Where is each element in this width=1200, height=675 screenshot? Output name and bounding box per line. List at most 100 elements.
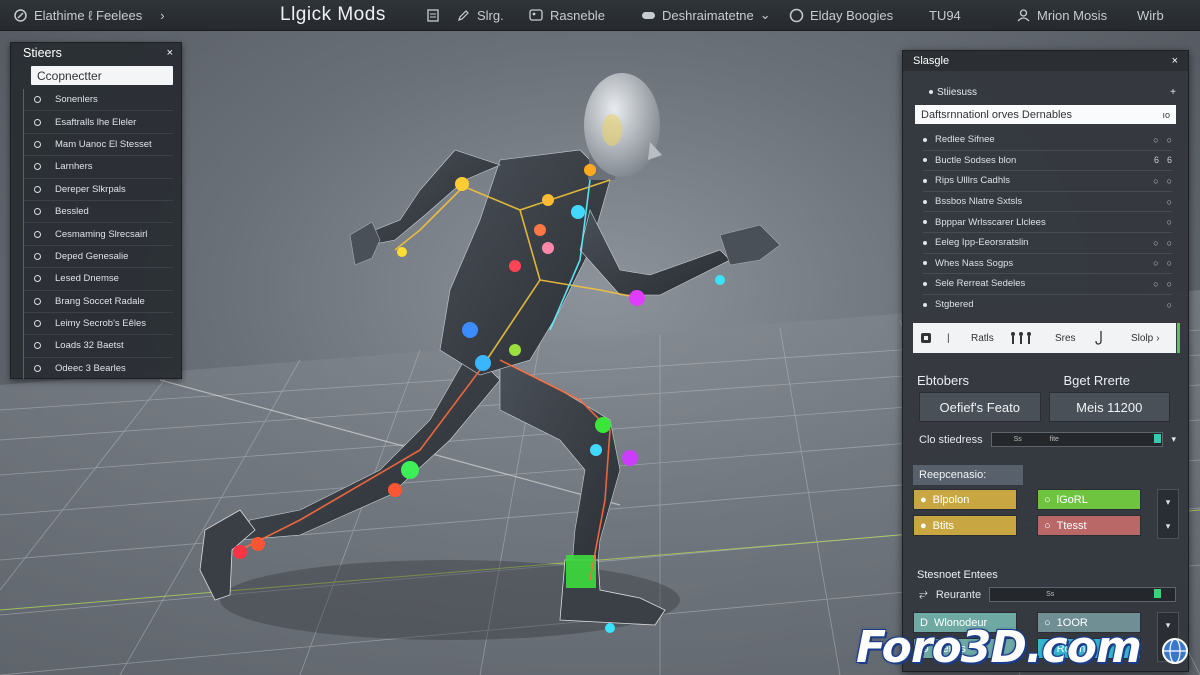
right-item-list: Redlee Sifnee ○ ○ Buctle Sodses blon 6 6 Rip… — [923, 130, 1172, 314]
figures-icon[interactable] — [1009, 323, 1033, 353]
lock-toggle[interactable]: ○ — [1167, 176, 1172, 186]
left-panel-header: Stieers × — [11, 43, 181, 63]
menu-item-6[interactable]: TU94 — [929, 0, 961, 30]
slider2-handle[interactable] — [1154, 589, 1162, 599]
bullet-icon — [923, 281, 927, 286]
list-item[interactable]: Bpppar Wrlsscarer Llclees ○ — [923, 212, 1172, 233]
field-left-label: Ebtobers — [917, 373, 970, 389]
menu-item-3[interactable]: Rasneble — [528, 0, 605, 30]
preset-button-4[interactable]: ○ Ttesst — [1037, 515, 1141, 537]
menu-label-5: Elday Boogies — [810, 7, 894, 23]
list-item[interactable]: Whes Nass Sogps ○ ○ — [923, 254, 1172, 275]
visibility-toggle[interactable]: ○ — [1153, 176, 1158, 186]
close-icon[interactable]: × — [1172, 55, 1178, 67]
left-panel-title: Stieers — [23, 46, 62, 60]
preset-button-3[interactable]: ○ lGoRL — [1037, 489, 1141, 511]
list-item[interactable]: Buctle Sodses blon 6 6 — [923, 151, 1172, 172]
visibility-toggle[interactable]: ○ — [1153, 279, 1158, 289]
tool-label-2[interactable]: Sres — [1055, 323, 1076, 353]
close-icon[interactable]: × — [167, 47, 173, 59]
stepper-1[interactable]: ▾ ▾ — [1157, 489, 1179, 540]
lock-toggle[interactable]: ○ — [1167, 258, 1172, 268]
bullet-icon — [923, 240, 927, 245]
lock-toggle[interactable]: 6 — [1167, 155, 1172, 165]
right-search-input[interactable]: Daftsrnnationl orves Dernables ıo — [915, 105, 1176, 124]
tool-label-3[interactable]: Slolp › — [1131, 323, 1160, 353]
hook-icon[interactable] — [1095, 323, 1105, 353]
menu-item-7[interactable]: Mrion Mosis — [1015, 0, 1107, 30]
visibility-toggle[interactable]: ○ — [1167, 197, 1172, 207]
list-item[interactable]: Bessled — [24, 201, 173, 224]
list-item[interactable]: Eeleg Ipp-Eeorsratslin ○ ○ — [923, 233, 1172, 254]
field-right-label: Bget Rrerte — [1063, 373, 1130, 389]
visibility-toggle[interactable]: 6 — [1154, 155, 1159, 165]
list-item[interactable]: Bssbos Nlatre Sxtsls ○ — [923, 192, 1172, 213]
list-item-label: Mam Uanoc El Stesset — [55, 138, 152, 150]
list-item[interactable]: Larnhers — [24, 156, 173, 179]
list-item[interactable]: Stgbered ○ — [923, 295, 1172, 315]
menu-item-8[interactable]: Wirb — [1137, 0, 1164, 30]
visibility-toggle[interactable]: ○ — [1167, 217, 1172, 227]
chevron-right-icon: › — [160, 7, 165, 23]
visibility-toggle[interactable]: ○ — [1153, 135, 1158, 145]
button-grid-1: ● Blpolon ● Btits ○ lGoRL ○ Ttesst ▾ ▾ — [913, 489, 1188, 545]
slider1-handle[interactable] — [1153, 434, 1161, 444]
slider1-track[interactable]: Ss fite — [990, 432, 1164, 448]
list-item[interactable]: Deped Genesalie — [24, 246, 173, 269]
list-item[interactable]: Rips Ulllrs Cadhls ○ ○ — [923, 171, 1172, 192]
field-right-input[interactable]: Meis 11200 — [1048, 392, 1170, 423]
list-item-label: Eeleg Ipp-Eeorsratslin — [935, 237, 1029, 249]
list-item-label: Esaftralls lhe Eleler — [55, 116, 137, 128]
preset-button-1[interactable]: ● Blpolon — [913, 489, 1017, 511]
workspace-menu[interactable]: Elathime ℓ Feelees › — [12, 0, 165, 30]
status-indicator — [1177, 323, 1180, 354]
watermark-text: Foro3D.com — [856, 622, 1142, 673]
chevron-down-icon[interactable]: ▾ — [1166, 497, 1171, 508]
lock-toggle[interactable]: ○ — [1167, 135, 1172, 145]
menu-item-1[interactable] — [425, 0, 441, 30]
slider1-tick2: fite — [1049, 436, 1059, 444]
chevron-down-icon: › — [1156, 332, 1160, 344]
preset-button-2[interactable]: ● Btits — [913, 515, 1017, 537]
subsection-header[interactable]: Stiiesuss + — [903, 81, 1188, 103]
list-item[interactable]: Dereper Slkrpals — [24, 179, 173, 201]
menu-item-5[interactable]: Elday Boogies — [788, 0, 893, 30]
list-item-label: Whes Nass Sogps — [935, 257, 1014, 269]
visibility-toggle[interactable]: ○ — [1153, 258, 1158, 268]
list-item[interactable]: Mam Uanoc El Stesset — [24, 134, 173, 157]
filter-icon[interactable]: ıo — [1162, 110, 1170, 120]
list-item[interactable]: Loads 32 Baetst — [24, 335, 173, 358]
list-item[interactable]: Lesed Dnemse — [24, 268, 173, 291]
list-item-label: Redlee Sifnee — [935, 134, 995, 146]
select-tool-icon[interactable] — [919, 323, 933, 353]
right-panel-header: Slasgle × — [903, 51, 1188, 71]
chevron-down-icon[interactable]: ▾ — [1166, 620, 1171, 631]
list-item[interactable]: Sele Rerreat Sedeles ○ ○ — [923, 274, 1172, 295]
menu-item-2[interactable]: Slrg. — [455, 0, 504, 30]
add-icon[interactable]: + — [1170, 87, 1176, 98]
list-item[interactable]: Brang Soccet Radale — [24, 291, 173, 313]
list-item[interactable]: Odeec 3 Bearles — [24, 358, 173, 379]
chevron-down-icon[interactable]: ▾ — [1171, 434, 1176, 445]
document-icon — [425, 7, 441, 23]
list-item[interactable]: Redlee Sifnee ○ ○ — [923, 130, 1172, 151]
tool-label-1[interactable]: Ratls — [971, 323, 994, 353]
list-item[interactable]: Cesmaming Slrecsairl — [24, 223, 173, 246]
visibility-toggle[interactable]: ○ — [1167, 300, 1172, 310]
radio-icon — [34, 140, 41, 148]
list-item[interactable]: Esaftralls lhe Eleler — [24, 111, 173, 134]
list-item-label: Bssbos Nlatre Sxtsls — [935, 196, 1023, 208]
slider2-track[interactable]: Ss — [989, 587, 1176, 603]
chevron-down-icon[interactable]: ▾ — [1166, 521, 1171, 532]
left-search-input[interactable]: Ccopnectter — [31, 66, 173, 85]
field-left-input[interactable]: Oefief's Feato — [919, 392, 1041, 423]
list-item[interactable]: Leimy Secrob's Eêles — [24, 313, 173, 336]
left-outliner-panel: Stieers × Ccopnectter Sonenlers Esaftral… — [10, 42, 182, 380]
visibility-toggle[interactable]: ○ — [1153, 238, 1158, 248]
menu-item-4[interactable]: Deshraimatetne ⌄ — [640, 0, 771, 30]
lock-toggle[interactable]: ○ — [1167, 279, 1172, 289]
bullet-icon — [923, 261, 927, 266]
bullet-icon — [923, 178, 927, 183]
lock-toggle[interactable]: ○ — [1167, 238, 1172, 248]
list-item[interactable]: Sonenlers — [24, 89, 173, 112]
